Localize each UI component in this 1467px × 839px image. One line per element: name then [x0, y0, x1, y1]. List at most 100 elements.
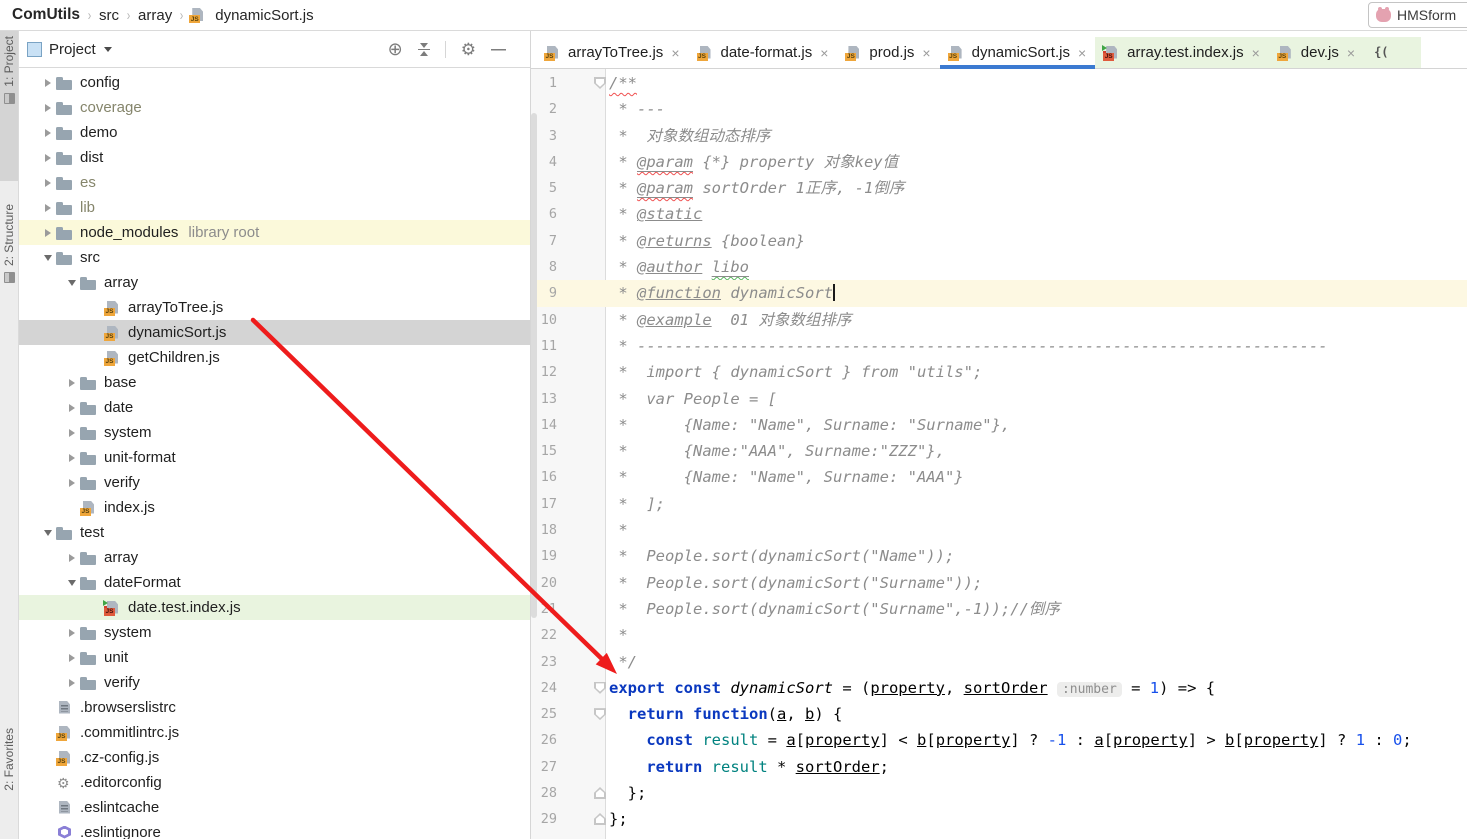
code-line-12[interactable]: 12 * import { dynamicSort } from "utils"… [531, 359, 1467, 385]
tree-item-system[interactable]: system [18, 620, 530, 645]
code-line-13[interactable]: 13 * var People = [ [531, 386, 1467, 412]
chevron-expanded-icon[interactable] [40, 255, 56, 261]
code-line-5[interactable]: 5 * @param sortOrder 1正序, -1倒序 [531, 175, 1467, 201]
tree-item-verify[interactable]: verify [18, 670, 530, 695]
code-editor[interactable]: 1/**2 * ---3 * 对象数组动态排序4 * @param {*} pr… [531, 69, 1467, 839]
code-line-18[interactable]: 18 * [531, 517, 1467, 543]
chevron-collapsed-icon[interactable] [64, 679, 80, 687]
tree-item-eslintignore[interactable]: .eslintignore [18, 820, 530, 839]
code-line-20[interactable]: 20 * People.sort(dynamicSort("Surname"))… [531, 570, 1467, 596]
tab-arraytotree-js[interactable]: JSarrayToTree.js× [536, 37, 689, 68]
tree-item-verify[interactable]: verify [18, 470, 530, 495]
tree-item-base[interactable]: base [18, 370, 530, 395]
chevron-collapsed-icon[interactable] [64, 629, 80, 637]
chevron-collapsed-icon[interactable] [64, 554, 80, 562]
close-tab-icon[interactable]: × [671, 45, 679, 61]
tab-date-format-js[interactable]: JSdate-format.js× [689, 37, 838, 68]
close-tab-icon[interactable]: × [1252, 45, 1260, 61]
fold-end-icon[interactable] [594, 813, 606, 825]
tree-item-unit[interactable]: unit [18, 645, 530, 670]
project-panel-title[interactable]: Project [49, 41, 96, 58]
code-line-29[interactable]: 29}; [531, 806, 1467, 832]
chevron-collapsed-icon[interactable] [40, 129, 56, 137]
tab-array-test-index-js[interactable]: JSarray.test.index.js× [1095, 37, 1269, 68]
tree-item-editorconfig[interactable]: ⚙.editorconfig [18, 770, 530, 795]
tree-item-config[interactable]: config [18, 70, 530, 95]
stripe-item-1-project[interactable]: 1: Project [0, 31, 18, 181]
run-config-button[interactable]: HMSform [1368, 2, 1467, 28]
settings-gear-icon[interactable]: ⚙ [461, 41, 476, 58]
project-tree-scrollbar[interactable] [531, 113, 537, 618]
tree-item-demo[interactable]: demo [18, 120, 530, 145]
code-line-15[interactable]: 15 * {Name:"AAA", Surname:"ZZZ"}, [531, 438, 1467, 464]
chevron-collapsed-icon[interactable] [40, 104, 56, 112]
tree-item-array[interactable]: array [18, 545, 530, 570]
code-line-22[interactable]: 22 * [531, 622, 1467, 648]
chevron-collapsed-icon[interactable] [64, 454, 80, 462]
code-line-17[interactable]: 17 * ]; [531, 491, 1467, 517]
code-line-7[interactable]: 7 * @returns {boolean} [531, 228, 1467, 254]
code-line-21[interactable]: 21 * People.sort(dynamicSort("Surname",-… [531, 596, 1467, 622]
chevron-collapsed-icon[interactable] [64, 654, 80, 662]
chevron-collapsed-icon[interactable] [64, 479, 80, 487]
tree-item-commitlintrc-js[interactable]: JS.commitlintrc.js [18, 720, 530, 745]
code-line-1[interactable]: 1/** [531, 70, 1467, 96]
tab-dev-js[interactable]: JSdev.js× [1269, 37, 1364, 68]
tab-prod-js[interactable]: JSprod.js× [837, 37, 939, 68]
chevron-collapsed-icon[interactable] [40, 154, 56, 162]
tree-item-dateformat[interactable]: dateFormat [18, 570, 530, 595]
close-tab-icon[interactable]: × [1078, 45, 1086, 61]
tree-item-src[interactable]: src [18, 245, 530, 270]
stripe-item-2-structure[interactable]: 2: Structure [0, 199, 18, 347]
fold-open-icon[interactable] [594, 708, 606, 720]
chevron-collapsed-icon[interactable] [40, 79, 56, 87]
code-line-10[interactable]: 10 * @example 01 对象数组排序 [531, 307, 1467, 333]
code-line-3[interactable]: 3 * 对象数组动态排序 [531, 123, 1467, 149]
code-line-27[interactable]: 27 return result * sortOrder; [531, 754, 1467, 780]
code-line-9[interactable]: 9 * @function dynamicSort [531, 280, 1467, 306]
chevron-collapsed-icon[interactable] [40, 179, 56, 187]
chevron-collapsed-icon[interactable] [40, 204, 56, 212]
tree-item-index-js[interactable]: JSindex.js [18, 495, 530, 520]
chevron-expanded-icon[interactable] [64, 280, 80, 286]
chevron-down-icon[interactable] [104, 47, 112, 52]
tree-item-getchildren-js[interactable]: JSgetChildren.js [18, 345, 530, 370]
chevron-expanded-icon[interactable] [64, 580, 80, 586]
code-line-2[interactable]: 2 * --- [531, 96, 1467, 122]
code-line-16[interactable]: 16 * {Name: "Name", Surname: "AAA"} [531, 464, 1467, 490]
close-tab-icon[interactable]: × [1347, 45, 1355, 61]
close-tab-icon[interactable]: × [922, 45, 930, 61]
fold-end-icon[interactable] [594, 787, 606, 799]
tree-item-test[interactable]: test [18, 520, 530, 545]
tree-item-array[interactable]: array [18, 270, 530, 295]
code-line-28[interactable]: 28 }; [531, 780, 1467, 806]
fold-open-icon[interactable] [594, 77, 606, 89]
tab-partial[interactable]: {( [1364, 37, 1421, 68]
chevron-collapsed-icon[interactable] [64, 429, 80, 437]
code-line-4[interactable]: 4 * @param {*} property 对象key值 [531, 149, 1467, 175]
breadcrumb-item-dynamicsort-js[interactable]: dynamicSort.js [213, 7, 315, 24]
tree-item-node-modules[interactable]: node_moduleslibrary root [18, 220, 530, 245]
breadcrumb-item-src[interactable]: src [97, 7, 121, 24]
collapse-all-icon[interactable] [418, 43, 430, 56]
tree-item-date[interactable]: date [18, 395, 530, 420]
code-line-8[interactable]: 8 * @author libo [531, 254, 1467, 280]
code-line-23[interactable]: 23 */ [531, 649, 1467, 675]
tree-item-eslintcache[interactable]: .eslintcache [18, 795, 530, 820]
code-line-24[interactable]: 24export const dynamicSort = (property, … [531, 675, 1467, 701]
chevron-collapsed-icon[interactable] [40, 229, 56, 237]
tree-item-unit-format[interactable]: unit-format [18, 445, 530, 470]
tree-item-browserslistrc[interactable]: .browserslistrc [18, 695, 530, 720]
tree-item-cz-config-js[interactable]: JS.cz-config.js [18, 745, 530, 770]
code-line-19[interactable]: 19 * People.sort(dynamicSort("Name")); [531, 543, 1467, 569]
tab-dynamicsort-js[interactable]: JSdynamicSort.js× [940, 37, 1096, 68]
breadcrumb-item-array[interactable]: array [136, 7, 174, 24]
code-line-6[interactable]: 6 * @static [531, 201, 1467, 227]
tree-item-lib[interactable]: lib [18, 195, 530, 220]
code-line-14[interactable]: 14 * {Name: "Name", Surname: "Surname"}, [531, 412, 1467, 438]
hide-panel-icon[interactable]: — [491, 41, 506, 58]
tree-item-dynamicsort-js[interactable]: JSdynamicSort.js [18, 320, 530, 345]
tree-item-date-test-index-js[interactable]: JSdate.test.index.js [18, 595, 530, 620]
fold-open-icon[interactable] [594, 682, 606, 694]
tree-item-system[interactable]: system [18, 420, 530, 445]
